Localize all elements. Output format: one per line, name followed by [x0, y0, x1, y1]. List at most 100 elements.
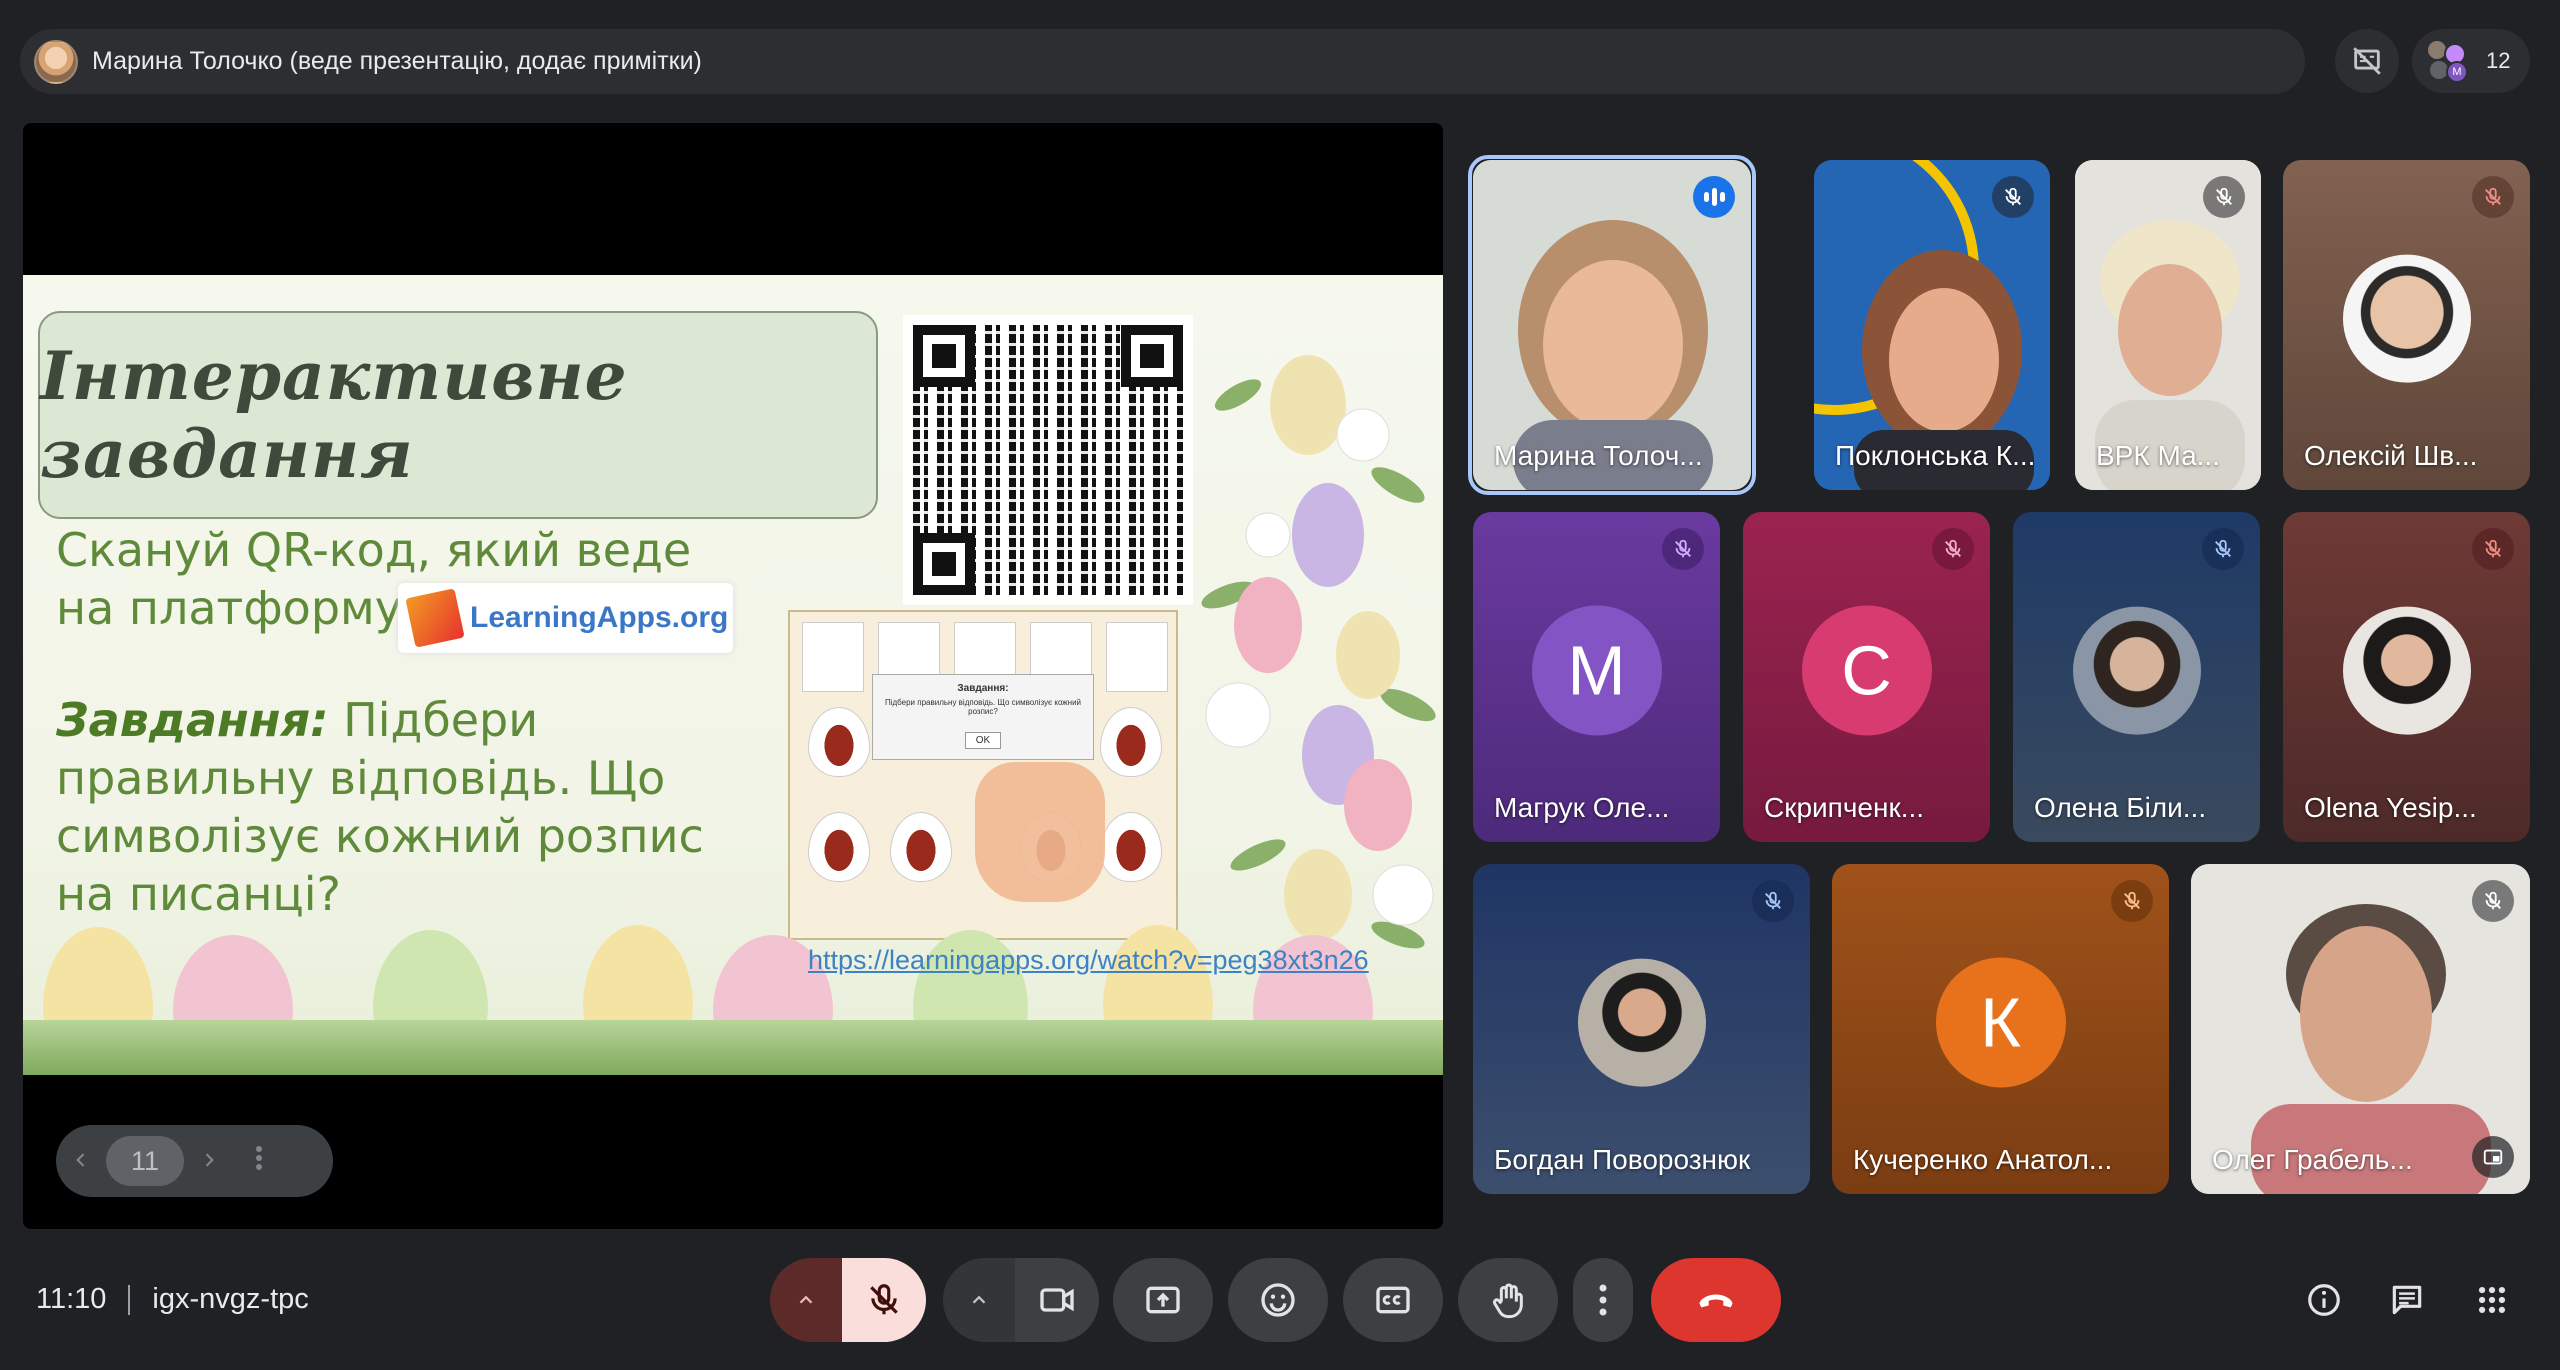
leave-call-button[interactable]: [1651, 1258, 1781, 1342]
participant-initial-avatar: M: [1531, 605, 1662, 736]
participant-name: ВРК Ма...: [2096, 440, 2220, 471]
slide-more-options-button[interactable]: [234, 1145, 284, 1178]
mic-off-icon: [2203, 176, 2245, 218]
chevron-right-icon: [205, 1152, 214, 1167]
reactions-button[interactable]: [1228, 1258, 1328, 1342]
participant-tile[interactable]: Поклонська К...: [1814, 160, 2050, 490]
slide-page-number: 11: [106, 1136, 184, 1186]
present-to-all-icon: [1146, 1286, 1180, 1314]
mic-off-icon: [870, 1284, 898, 1315]
participant-name: Богдан Поворознюк: [1494, 1144, 1751, 1175]
participant-count: 12: [2486, 48, 2511, 73]
preview-dialog-title: Завдання:: [957, 683, 1009, 694]
learningapps-logo-icon: [405, 588, 465, 648]
more-options-button[interactable]: [1573, 1258, 1633, 1342]
video-camera-icon: [1040, 1288, 1074, 1312]
camera-toggle-button[interactable]: [1015, 1258, 1099, 1342]
presenter-avatar: [34, 39, 78, 84]
easter-flowers-illustration: [1201, 355, 1436, 949]
learningapps-label: LearningApps.org: [470, 601, 729, 634]
raise-hand-button[interactable]: [1458, 1258, 1558, 1342]
next-slide-button[interactable]: [184, 1146, 234, 1177]
mic-off-icon: [2472, 880, 2514, 922]
preview-dialog-text: Підбери правильну відповідь. Що символіз…: [884, 698, 1082, 716]
mic-off-icon: [2472, 176, 2514, 218]
presenter-label: Марина Толочко (веде презентацію, додає …: [92, 47, 702, 75]
participant-tile[interactable]: Олена Біли...: [2013, 512, 2260, 842]
participant-photo: [2342, 606, 2471, 735]
camera-control-group: [943, 1258, 1099, 1342]
learningapps-preview-image: Завдання: Підбери правильну відповідь. Щ…: [788, 610, 1178, 940]
chevron-up-icon: [799, 1295, 813, 1304]
mic-off-icon: [1662, 528, 1704, 570]
presenter-banner: Марина Толочко (веде презентацію, додає …: [20, 29, 2305, 94]
participant-name: Олег Грабель...: [2212, 1144, 2413, 1175]
mic-off-icon: [2202, 528, 2244, 570]
mic-off-icon: [2472, 528, 2514, 570]
participant-photo: [2342, 254, 2471, 383]
participant-tile[interactable]: ВРК Ма...: [2075, 160, 2261, 490]
chevron-up-icon: [972, 1295, 986, 1304]
easter-eggs-border: [23, 915, 1443, 1075]
captions-button[interactable]: [1343, 1258, 1443, 1342]
participant-tile[interactable]: M Магрук Оле...: [1473, 512, 1720, 842]
participant-name: Поклонська К...: [1835, 440, 2036, 471]
present-screen-button[interactable]: [1113, 1258, 1213, 1342]
meeting-details-button[interactable]: [2302, 1278, 2346, 1322]
slide-link[interactable]: https://learningapps.org/watch?v=peg38xt…: [808, 945, 1369, 976]
previous-slide-button[interactable]: [56, 1146, 106, 1177]
chevron-left-icon: [76, 1152, 85, 1167]
presentation-off-icon: [2353, 47, 2381, 75]
participant-tile[interactable]: Олексій Шв...: [2283, 160, 2530, 490]
participant-name: Скрипченк...: [1764, 792, 1925, 823]
more-vert-icon: [1599, 1284, 1607, 1316]
participant-tile[interactable]: К Кучеренко Анатол...: [1832, 864, 2169, 1194]
mic-off-icon: [1932, 528, 1974, 570]
participant-name: Марина Толоч...: [1494, 440, 1703, 471]
participant-photo: [2072, 606, 2201, 735]
participant-tile[interactable]: Olena Yesip...: [2283, 512, 2530, 842]
participant-tile[interactable]: Марина Толоч...: [1473, 160, 1751, 490]
preview-dialog-ok: OK: [964, 732, 1002, 749]
audio-options-button[interactable]: [770, 1258, 842, 1342]
video-options-button[interactable]: [943, 1258, 1015, 1342]
hand-icon: [1492, 1283, 1523, 1319]
participant-initial-avatar: К: [1935, 957, 2066, 1088]
slide-title: Інтерактивне завдання: [40, 337, 628, 493]
participant-name: Олексій Шв...: [2304, 440, 2478, 471]
preview-dialog: Завдання: Підбери правильну відповідь. Щ…: [872, 674, 1094, 760]
chat-button[interactable]: [2385, 1278, 2429, 1322]
participant-tile[interactable]: Олег Грабель...: [2191, 864, 2530, 1194]
chat-icon: [2392, 1285, 2422, 1315]
participant-tile[interactable]: С Скрипченк...: [1743, 512, 1990, 842]
presentation-slide: Інтерактивне завдання Скануй QR-код, яки…: [23, 275, 1443, 1075]
captions-off-button[interactable]: [2335, 29, 2399, 93]
mic-off-icon: [1752, 880, 1794, 922]
presentation-stage: Інтерактивне завдання Скануй QR-код, яки…: [23, 123, 1443, 1229]
apps-grid-icon: [2478, 1286, 2506, 1314]
closed-captions-icon: [1376, 1286, 1410, 1314]
info-icon: [2308, 1284, 2340, 1316]
participant-photo: [1577, 958, 1706, 1087]
mic-control-group: [770, 1258, 926, 1342]
participant-name: Олена Біли...: [2034, 792, 2207, 823]
slide-title-box: Інтерактивне завдання: [38, 311, 878, 519]
task-label: Завдання:: [56, 693, 329, 747]
qr-code: [903, 315, 1193, 605]
mic-off-icon: [2111, 880, 2153, 922]
more-vert-icon: [256, 1145, 262, 1170]
participant-avatars: M: [2426, 39, 2476, 83]
meeting-code: igx-nvgz-tpc: [152, 1283, 309, 1315]
slide-task-text: Завдання: Підбери правильну відповідь. Щ…: [56, 691, 756, 923]
participants-button[interactable]: M 12: [2412, 29, 2530, 93]
mic-toggle-button[interactable]: [842, 1258, 926, 1342]
learningapps-badge: LearningApps.org: [398, 583, 733, 653]
participant-tile[interactable]: Богдан Поворознюк: [1473, 864, 1810, 1194]
divider: [128, 1284, 131, 1315]
emoji-icon: [1261, 1283, 1295, 1317]
picture-in-picture-icon[interactable]: [2472, 1136, 2514, 1178]
activities-button[interactable]: [2470, 1278, 2514, 1322]
mic-off-icon: [1992, 176, 2034, 218]
participant-name: Кучеренко Анатол...: [1853, 1144, 2113, 1175]
participant-avatar-initial: M: [2446, 61, 2468, 83]
